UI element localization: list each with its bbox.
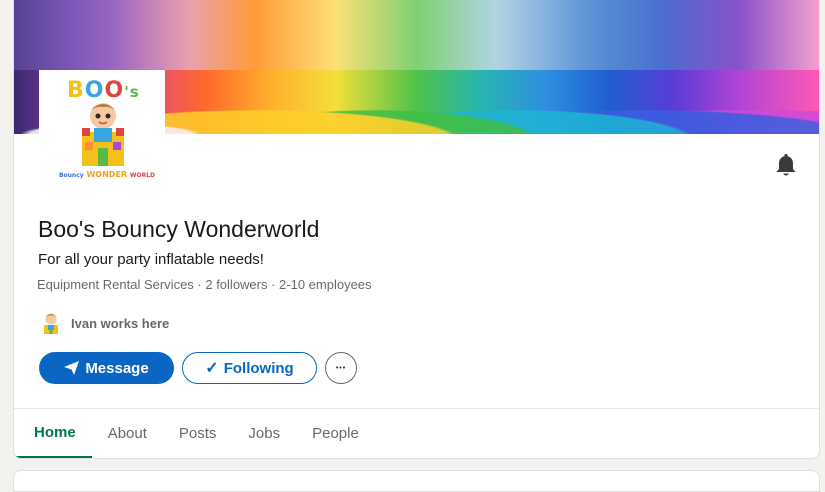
connection-insight[interactable]: Ivan works here (41, 311, 169, 335)
tab-jobs[interactable]: Jobs (232, 409, 296, 458)
check-icon: ✓ (205, 360, 219, 377)
next-section-card (13, 470, 820, 492)
more-options-button[interactable]: ••• (325, 352, 357, 384)
bell-icon[interactable] (775, 154, 797, 178)
tab-home[interactable]: Home (14, 409, 92, 458)
following-button[interactable]: ✓ Following (182, 352, 317, 384)
works-here-text: Ivan works here (71, 315, 170, 331)
tab-people[interactable]: People (296, 409, 375, 458)
ellipsis-icon: ••• (335, 364, 347, 372)
page-tabs: Home About Posts Jobs People (14, 409, 375, 458)
company-name: Boo's Bouncy Wonderworld (38, 216, 320, 242)
baby-castle-illustration (82, 103, 124, 166)
avatar (44, 313, 58, 334)
message-button[interactable]: Message (39, 352, 174, 384)
company-header-card: BOO's Bouncy WONDER WORLD Boo's Bouncy W… (13, 0, 820, 459)
company-tagline: For all your party inflatable needs! (38, 251, 264, 268)
company-logo[interactable]: BOO's Bouncy WONDER WORLD (39, 70, 165, 198)
tab-posts[interactable]: Posts (163, 409, 233, 458)
send-icon (64, 361, 80, 375)
tab-about[interactable]: About (92, 409, 163, 458)
company-meta: Equipment Rental Services · 2 followers … (37, 277, 372, 292)
logo-tagline: Bouncy WONDER WORLD (58, 170, 156, 179)
